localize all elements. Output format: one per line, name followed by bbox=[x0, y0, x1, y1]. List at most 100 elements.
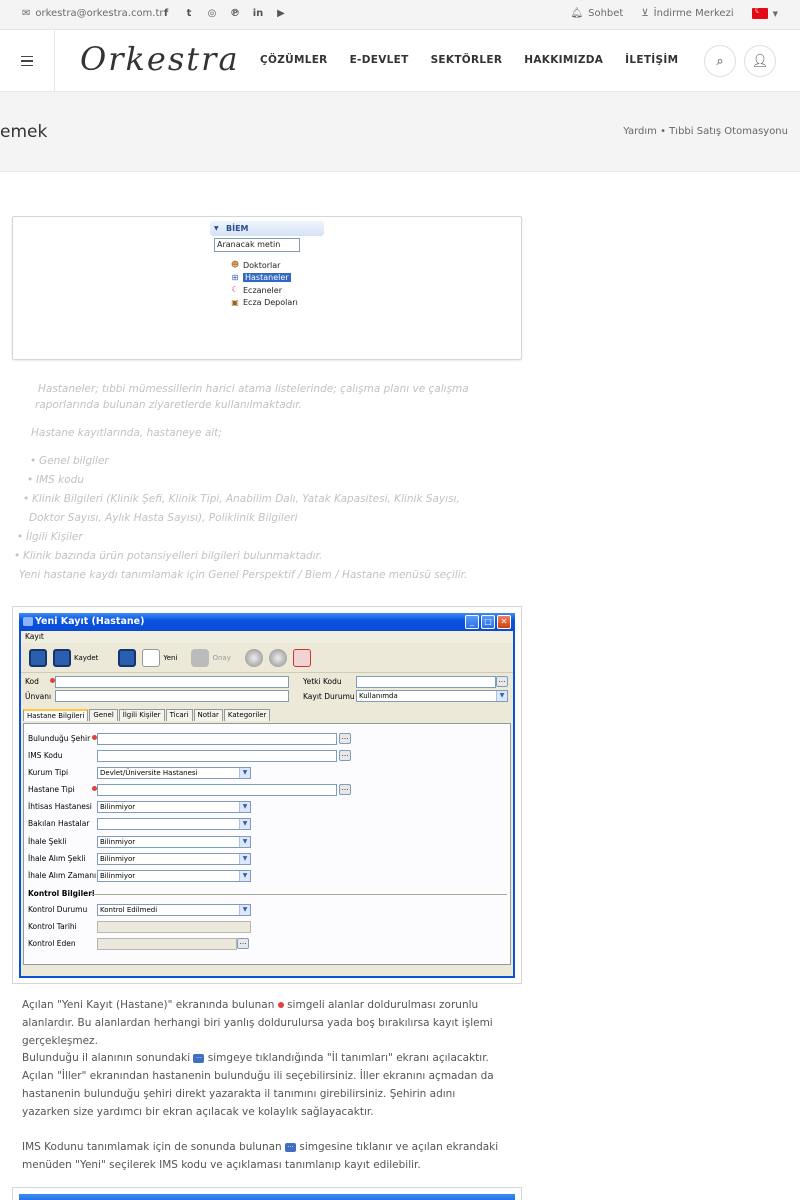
bullet-item-cont: Doktor Sayısı, Aylık Hasta Sayısı), Poli… bbox=[29, 512, 298, 524]
arrow-down-icon bbox=[268, 648, 287, 667]
email-link[interactable]: ✉ orkestra@orkestra.com.tr bbox=[22, 8, 164, 19]
bullet-item: IMS kodu bbox=[27, 472, 84, 489]
row-label: IMS Kodu bbox=[28, 751, 63, 760]
nav-sectors[interactable]: SEKTÖRLER bbox=[431, 54, 503, 66]
list-item-label: Ecza Depoları bbox=[243, 298, 298, 308]
nav-solutions[interactable]: ÇÖZÜMLER bbox=[260, 54, 328, 66]
chat-link[interactable]: 🔔︎ Sohbet bbox=[570, 8, 623, 19]
social-links: f t ◎ ℗ in ▶ bbox=[160, 8, 287, 20]
hamburger-icon bbox=[21, 55, 33, 58]
window-toolbar: Kaydet Yeni Onay bbox=[21, 643, 513, 673]
row-label: Bakılan Hastalar bbox=[28, 819, 90, 828]
next-screenshot bbox=[12, 1187, 522, 1200]
search-icon: ⌕ bbox=[716, 53, 724, 69]
ellipsis-icon: … bbox=[496, 676, 508, 687]
yetki-label: Yetki Kodu bbox=[303, 677, 342, 686]
ellipsis-icon: … bbox=[285, 1142, 297, 1152]
page-title-band: emek Yardım • Tıbbi Satış Otomasyonu bbox=[0, 92, 800, 172]
user-icon: 👤︎ bbox=[751, 53, 769, 69]
ellipsis-icon: … bbox=[339, 733, 351, 744]
chevron-down-icon: ▼ bbox=[239, 819, 250, 829]
select-field: ▼ bbox=[97, 818, 251, 830]
control-status-select: Kontrol Edilmedi ▼ bbox=[97, 904, 251, 916]
search-button[interactable]: ⌕ bbox=[704, 45, 736, 77]
list-item-label: Doktorlar bbox=[243, 260, 281, 270]
text: alanlardır. Bu alanlardan herhangi biri … bbox=[22, 1016, 493, 1029]
unvan-label: Ünvanı bbox=[25, 692, 52, 701]
window-titlebar bbox=[19, 1194, 515, 1200]
chevron-down-icon: ▼ bbox=[239, 768, 250, 778]
linkedin-icon[interactable]: in bbox=[252, 8, 264, 20]
text: menüden "Yeni" seçilerek IMS kodu ve açı… bbox=[22, 1159, 421, 1172]
save-tool: Kaydet bbox=[53, 648, 99, 667]
nav-e-government[interactable]: E-DEVLET bbox=[350, 54, 409, 66]
text: simgeye tıklandığında "İl tanımları" ekr… bbox=[204, 1052, 489, 1065]
select-value: Bilinmiyor bbox=[100, 838, 136, 846]
youtube-icon[interactable]: ▶ bbox=[275, 8, 287, 20]
tab-hospital-info: Hastane Bilgileri bbox=[23, 709, 89, 721]
tab-notes: Notlar bbox=[193, 709, 223, 721]
city-field bbox=[97, 733, 337, 745]
top-bar: ✉ orkestra@orkestra.com.tr f t ◎ ℗ in ▶ … bbox=[0, 0, 800, 30]
select-value: Devlet/Üniversite Hastanesi bbox=[100, 769, 198, 777]
select-field: Bilinmiyor ▼ bbox=[97, 801, 251, 813]
page-title: emek bbox=[0, 122, 48, 142]
row-label: İhtisas Hastanesi bbox=[28, 802, 92, 811]
kod-field bbox=[55, 676, 289, 688]
tab-commercial: Ticari bbox=[165, 709, 193, 721]
intro-text-line: Yeni hastane kaydı tanımlamak için Genel… bbox=[19, 569, 468, 581]
row-label: Kontrol Eden bbox=[28, 939, 76, 948]
download-center-link[interactable]: ⊻ İndirme Merkezi bbox=[641, 8, 733, 19]
instagram-icon[interactable]: ◎ bbox=[206, 8, 218, 20]
chevron-down-icon: ▼ bbox=[239, 837, 250, 847]
intro-text-line: Hastane kayıtlarında, hastaneye ait; bbox=[31, 427, 222, 439]
row-label: İhale Alım Zamanı bbox=[28, 871, 97, 880]
unvan-field bbox=[55, 690, 289, 702]
text: simgesine tıklanır ve açılan ekrandaki bbox=[296, 1141, 499, 1154]
close-icon: ✕ bbox=[497, 615, 511, 629]
site-logo[interactable]: Orkestra bbox=[80, 40, 240, 78]
check-tool bbox=[292, 648, 311, 667]
tab-general: Genel bbox=[89, 709, 118, 721]
chat-label: Sohbet bbox=[588, 8, 624, 19]
account-button[interactable]: 👤︎ bbox=[744, 45, 776, 77]
ellipsis-icon: … bbox=[339, 750, 351, 761]
durum-value: Kullanımda bbox=[359, 692, 398, 700]
select-field: Bilinmiyor ▼ bbox=[97, 836, 251, 848]
nav-about[interactable]: HAKKIMIZDA bbox=[524, 54, 603, 66]
chevron-down-icon: ▼ bbox=[239, 871, 250, 881]
maximize-icon: □ bbox=[481, 615, 495, 629]
main-header: Orkestra ÇÖZÜMLER E-DEVLET SEKTÖRLER HAK… bbox=[0, 30, 800, 92]
main-nav: ÇÖZÜMLER E-DEVLET SEKTÖRLER HAKKIMIZDA İ… bbox=[260, 54, 678, 66]
text: Bulunduğu il alanının sonundaki bbox=[22, 1052, 194, 1065]
list-item: ☾ Eczaneler bbox=[230, 284, 298, 297]
nav-contact[interactable]: İLETİŞİM bbox=[625, 54, 678, 66]
list-item: ☻ Doktorlar bbox=[230, 259, 298, 272]
select-field: Bilinmiyor ▼ bbox=[97, 870, 251, 882]
row-label: İhale Alım Şekli bbox=[28, 854, 86, 863]
floppy-icon bbox=[53, 648, 71, 667]
row-label: İhale Şekli bbox=[28, 837, 67, 846]
chevron-down-icon: ▼ bbox=[239, 854, 250, 864]
new-hospital-window-screenshot: Yeni Kayıt (Hastane) _ □ ✕ Kayıt Kaydet … bbox=[12, 606, 522, 984]
menu-toggle-button[interactable] bbox=[0, 30, 55, 92]
save-label: Kaydet bbox=[74, 653, 99, 662]
facebook-icon[interactable]: f bbox=[160, 8, 172, 20]
tab-contacts: İlgili Kişiler bbox=[118, 709, 165, 721]
xp-window: Yeni Kayıt (Hastane) _ □ ✕ Kayıt Kaydet … bbox=[19, 613, 515, 978]
row-label: Bulunduğu Şehir bbox=[28, 734, 91, 743]
twitter-icon[interactable]: t bbox=[183, 8, 195, 20]
pinterest-icon[interactable]: ℗ bbox=[229, 8, 241, 20]
select-value: Kontrol Edilmedi bbox=[100, 906, 158, 914]
select-value: Bilinmiyor bbox=[100, 872, 136, 880]
ellipsis-icon: … bbox=[237, 938, 249, 949]
breadcrumb[interactable]: Yardım • Tıbbi Satış Otomasyonu bbox=[623, 126, 788, 137]
hamburger-line bbox=[21, 60, 33, 62]
select-field: Bilinmiyor ▼ bbox=[97, 853, 251, 865]
window-tabs: Hastane Bilgileri Genel İlgili Kişiler T… bbox=[23, 709, 271, 721]
kurum-select: Devlet/Üniversite Hastanesi ▼ bbox=[97, 767, 251, 779]
new-document-icon bbox=[142, 648, 161, 667]
save-new-tool bbox=[118, 648, 137, 667]
hamburger-line bbox=[21, 64, 33, 67]
language-selector[interactable]: ▼ bbox=[751, 6, 778, 19]
